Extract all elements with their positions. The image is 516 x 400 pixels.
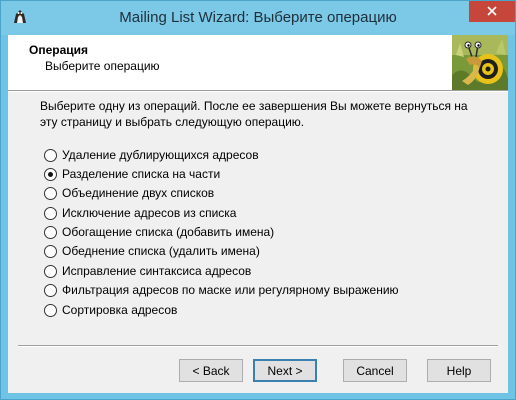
option-label: Объединение двух списков (62, 186, 215, 200)
option-merge-lists[interactable]: Объединение двух списков (44, 184, 214, 202)
footer-divider (18, 345, 498, 347)
radio-button[interactable] (44, 303, 57, 317)
wizard-window: Mailing List Wizard: Выберите операцию О… (0, 0, 516, 400)
option-label: Удаление дублирующихся адресов (62, 148, 259, 162)
radio-button[interactable] (44, 225, 57, 239)
radio-button[interactable] (44, 148, 57, 162)
option-label: Разделение списка на части (62, 167, 221, 181)
close-icon (487, 5, 497, 19)
title-bar[interactable]: Mailing List Wizard: Выберите операцию (1, 1, 515, 35)
wizard-header: Операция Выберите операцию (8, 35, 508, 91)
cancel-button[interactable]: Cancel (343, 359, 407, 382)
option-split-list[interactable]: Разделение списка на части (44, 165, 220, 183)
close-button[interactable] (469, 1, 515, 22)
radio-button[interactable] (44, 244, 57, 258)
radio-button[interactable] (44, 283, 57, 297)
header-title: Операция (29, 43, 89, 57)
help-button[interactable]: Help (427, 359, 491, 382)
window-title: Mailing List Wizard: Выберите операцию (119, 9, 397, 26)
header-snail-image (452, 35, 508, 90)
radio-button[interactable] (44, 186, 57, 200)
option-fix-syntax[interactable]: Исправление синтаксиса адресов (44, 262, 251, 280)
option-sort-addresses[interactable]: Сортировка адресов (44, 301, 177, 319)
option-label: Исправление синтаксиса адресов (62, 264, 252, 278)
dialog-client-area: Операция Выберите операцию Выберите одну… (8, 35, 508, 393)
option-enrich-list[interactable]: Обогащение списка (добавить имена) (44, 223, 274, 241)
option-label: Обогащение списка (добавить имена) (62, 225, 275, 239)
option-remove-duplicates[interactable]: Удаление дублирующихся адресов (44, 146, 259, 164)
option-label: Фильтрация адресов по маске или регулярн… (62, 283, 399, 297)
instructions-text: Выберите одну из операций. После ее заве… (40, 99, 468, 129)
radio-button[interactable] (44, 206, 57, 220)
back-button[interactable]: < Back (179, 359, 243, 382)
header-divider (8, 91, 508, 92)
next-button[interactable]: Next > (253, 359, 317, 382)
option-label: Сортировка адресов (62, 303, 178, 317)
header-subtitle: Выберите операцию (45, 59, 160, 73)
option-strip-names[interactable]: Обеднение списка (удалить имена) (44, 242, 260, 260)
radio-button[interactable] (44, 264, 57, 278)
radio-button-selected[interactable] (44, 167, 57, 181)
option-label: Исключение адресов из списка (62, 206, 237, 220)
option-exclude-addresses[interactable]: Исключение адресов из списка (44, 204, 236, 222)
option-filter-by-mask[interactable]: Фильтрация адресов по маске или регулярн… (44, 281, 399, 299)
option-label: Обеднение списка (удалить имена) (62, 244, 260, 258)
